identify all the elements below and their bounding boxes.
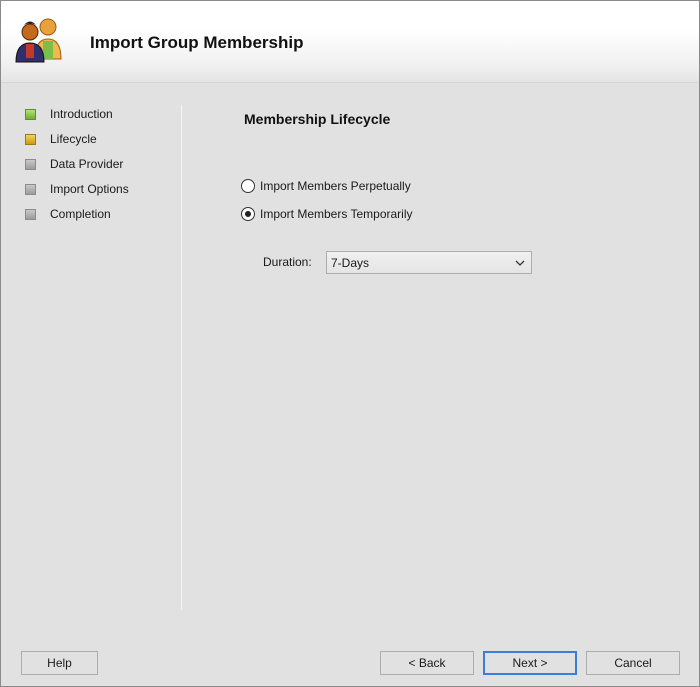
- step-label: Lifecycle: [50, 132, 97, 146]
- step-status-marker: [25, 208, 36, 220]
- radio-label[interactable]: Import Members Perpetually: [260, 179, 411, 193]
- wizard-header: Import Group Membership: [1, 1, 699, 83]
- step-label: Completion: [50, 207, 111, 221]
- import-wizard-window: Import Group Membership Introduction Lif…: [0, 0, 700, 687]
- step-status-marker: [25, 133, 36, 145]
- step-label: Import Options: [50, 182, 129, 196]
- step-label: Data Provider: [50, 157, 124, 171]
- radio-import-perpetually[interactable]: Import Members Perpetually: [241, 178, 411, 194]
- step-status-marker: [25, 158, 36, 170]
- step-lifecycle: Lifecycle: [25, 130, 175, 148]
- radio-button[interactable]: [241, 179, 255, 193]
- radio-label[interactable]: Import Members Temporarily: [260, 207, 412, 221]
- help-button[interactable]: Help: [21, 651, 98, 675]
- duration-select[interactable]: 7-Days: [326, 251, 532, 274]
- chevron-down-icon[interactable]: [514, 257, 526, 269]
- step-status-marker: [25, 108, 36, 120]
- step-status-marker: [25, 183, 36, 195]
- step-label: Introduction: [50, 107, 113, 121]
- users-group-icon: [15, 18, 62, 63]
- step-introduction: Introduction: [25, 105, 175, 123]
- radio-button[interactable]: [241, 207, 255, 221]
- cancel-button[interactable]: Cancel: [586, 651, 680, 675]
- vertical-divider: [181, 105, 182, 610]
- back-button[interactable]: < Back: [380, 651, 474, 675]
- section-title: Membership Lifecycle: [244, 111, 391, 127]
- duration-label: Duration:: [263, 255, 312, 269]
- step-data-provider: Data Provider: [25, 155, 175, 173]
- radio-import-temporarily[interactable]: Import Members Temporarily: [241, 206, 412, 222]
- step-completion: Completion: [25, 205, 175, 223]
- duration-value: 7-Days: [331, 255, 370, 270]
- wizard-title: Import Group Membership: [90, 33, 304, 52]
- next-button[interactable]: Next >: [483, 651, 577, 675]
- step-import-options: Import Options: [25, 180, 175, 198]
